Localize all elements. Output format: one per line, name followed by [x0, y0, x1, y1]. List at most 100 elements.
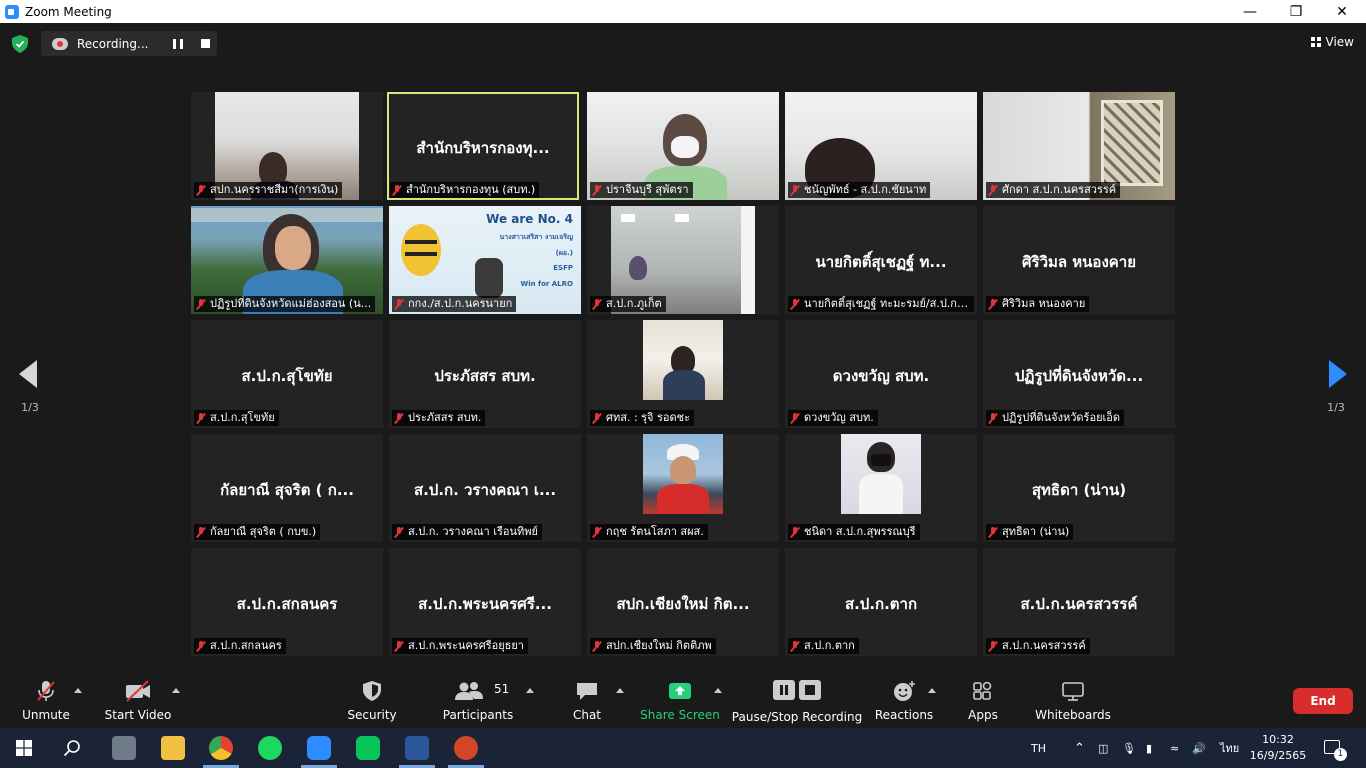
participant-tile[interactable]: ส.ป.ก.ภูเก็ต	[587, 206, 779, 314]
participant-nameplate: ศิริวิมล หนองคาย	[986, 296, 1090, 312]
battery-icon[interactable]: ▮	[1146, 728, 1152, 768]
previous-page-button[interactable]: 1/3	[0, 335, 60, 425]
participant-display-name: ส.ป.ก.พระนครศรี...	[418, 595, 552, 613]
muted-mic-icon	[593, 640, 601, 652]
start-video-button[interactable]: Start Video	[104, 672, 172, 728]
participant-nameplate: ชนัญพัทธ์ - ส.ป.ก.ชัยนาท	[788, 182, 931, 198]
restore-button[interactable]: ❐	[1273, 0, 1319, 23]
spotify-icon[interactable]	[258, 736, 282, 760]
muted-mic-icon	[791, 640, 799, 652]
participants-options-caret-icon[interactable]	[526, 688, 534, 693]
muted-mic-icon	[197, 184, 205, 196]
muted-mic-icon	[791, 526, 799, 538]
share-options-caret-icon[interactable]	[714, 688, 722, 693]
view-button[interactable]: View	[1310, 35, 1354, 49]
participant-display-name: กัลยาณี สุจริต ( ก...	[220, 481, 354, 499]
participant-tile[interactable]: ชนัญพัทธ์ - ส.ป.ก.ชัยนาท	[785, 92, 977, 200]
participant-tile[interactable]: ปฏิรูปที่ดินจังหวัดแม่ฮ่องสอน (น...	[191, 206, 383, 314]
participant-tile[interactable]: ส.ป.ก.สกลนคร ส.ป.ก.สกลนคร	[191, 548, 383, 656]
apps-label: Apps	[968, 708, 998, 722]
participant-tile[interactable]: ปฏิรูปที่ดินจังหวัด... ปฏิรูปที่ดินจังหว…	[983, 320, 1175, 428]
audio-options-caret-icon[interactable]	[74, 688, 82, 693]
participant-tile[interactable]: ปราจีนบุรี สุพัตรา	[587, 92, 779, 200]
calculator-icon[interactable]	[112, 736, 136, 760]
participants-button[interactable]: 51 Participants	[443, 672, 513, 728]
search-icon[interactable]	[63, 739, 81, 757]
end-meeting-button[interactable]: End	[1293, 688, 1353, 714]
volume-icon[interactable]: 🔊	[1192, 728, 1206, 768]
profile-picture	[643, 434, 723, 514]
participant-tile[interactable]: ชนิดา ส.ป.ก.สุพรรณบุรี	[785, 434, 977, 542]
participant-tile[interactable]: We are No. 4 นางสาวเสริสา งามเจริญ (ผอ.)…	[389, 206, 581, 314]
stop-recording-icon[interactable]	[201, 39, 210, 48]
pause-stop-recording-label: Pause/Stop Recording	[731, 710, 863, 724]
pause-stop-recording-icon	[773, 680, 821, 702]
participant-display-name: ส.ป.ก.สุโขทัย	[241, 367, 333, 385]
muted-mic-icon	[989, 412, 997, 424]
powerpoint-icon[interactable]	[454, 736, 478, 760]
participant-tile[interactable]: ดวงขวัญ สบท. ดวงขวัญ สบท.	[785, 320, 977, 428]
reactions-options-caret-icon[interactable]	[928, 688, 936, 693]
chat-options-caret-icon[interactable]	[616, 688, 624, 693]
participant-tile[interactable]: ส.ป.ก.นครสวรรค์ ส.ป.ก.นครสวรรค์	[983, 548, 1175, 656]
participant-tile[interactable]: ศทส. : รุจิ รอดชะ	[587, 320, 779, 428]
zoom-taskbar-icon[interactable]	[307, 736, 331, 760]
participant-tile[interactable]: ส.ป.ก.สุโขทัย ส.ป.ก.สุโขทัย	[191, 320, 383, 428]
participant-tile[interactable]: สุทธิดา (น่าน) สุทธิดา (น่าน)	[983, 434, 1175, 542]
participant-tile[interactable]: ส.ป.ก.พระนครศรี... ส.ป.ก.พระนครศรีอยุธยา	[389, 548, 581, 656]
muted-mic-icon	[393, 184, 401, 196]
show-hidden-icons-chevron-icon[interactable]: ⌃	[1074, 728, 1085, 768]
encryption-shield-icon[interactable]	[12, 35, 28, 53]
participant-tile-active-speaker[interactable]: สำนักบริหารกองทุ... สำนักบริหารกองทุน (ส…	[387, 92, 579, 200]
video-options-caret-icon[interactable]	[172, 688, 180, 693]
meeting-top-bar: Recording... View	[0, 23, 1366, 63]
share-screen-button[interactable]: Share Screen	[640, 672, 720, 728]
participant-tile[interactable]: นายกิตติ์สุเชฏฐ์ ท... นายกิตติ์สุเชฏฐ์ ท…	[785, 206, 977, 314]
muted-mic-icon	[593, 526, 601, 538]
windows-start-icon[interactable]	[16, 740, 32, 756]
participant-nameplate: ส.ป.ก.พระนครศรีอยุธยา	[392, 638, 528, 654]
participant-nameplate: ปฏิรูปที่ดินจังหวัดแม่ฮ่องสอน (น...	[194, 296, 376, 312]
profile-picture	[643, 320, 723, 400]
participant-tile[interactable]: ส.ป.ก.ตาก ส.ป.ก.ตาก	[785, 548, 977, 656]
chrome-icon[interactable]	[209, 736, 233, 760]
participant-tile[interactable]: กัลยาณี สุจริต ( ก... กัลยาณี สุจริต ( ก…	[191, 434, 383, 542]
tray-icon[interactable]: ◫	[1098, 728, 1108, 768]
participant-display-name: ประภัสสร สบท.	[434, 367, 536, 385]
reactions-button[interactable]: Reactions	[875, 672, 933, 728]
security-button[interactable]: Security	[346, 672, 398, 728]
wifi-icon[interactable]: ≈	[1170, 728, 1179, 768]
pause-recording-icon[interactable]	[173, 39, 183, 49]
title-bar: Zoom Meeting — ❐ ✕	[0, 0, 1366, 23]
participant-tile[interactable]: ศักดา ส.ป.ก.นครสวรรค์	[983, 92, 1175, 200]
word-icon[interactable]	[405, 736, 429, 760]
participant-tile[interactable]: ส.ป.ก. วรางคณา เ... ส.ป.ก. วรางคณา เรือน…	[389, 434, 581, 542]
participant-tile[interactable]: สปก.เชียงใหม่ กิต... สปก.เชียงใหม่ กิตติ…	[587, 548, 779, 656]
participant-tile[interactable]: สปก.นครราชสีมา(การเงิน)	[191, 92, 383, 200]
file-explorer-icon[interactable]	[161, 736, 185, 760]
slide-line: (ผอ.)	[555, 249, 573, 257]
line-icon[interactable]	[356, 736, 380, 760]
participant-tile[interactable]: ประภัสสร สบท. ประภัสสร สบท.	[389, 320, 581, 428]
start-video-label: Start Video	[104, 708, 172, 722]
participant-tile[interactable]: กฤช รัตนโสภา สผส.	[587, 434, 779, 542]
ime-indicator[interactable]: ไทย	[1220, 728, 1239, 768]
participant-tile[interactable]: ศิริวิมล หนองคาย ศิริวิมล หนองคาย	[983, 206, 1175, 314]
next-page-button[interactable]: 1/3	[1306, 335, 1366, 425]
chat-bubble-icon	[577, 683, 597, 700]
muted-mic-icon	[395, 526, 403, 538]
whiteboards-button[interactable]: Whiteboards	[1035, 672, 1111, 728]
close-button[interactable]: ✕	[1319, 0, 1365, 23]
chat-button[interactable]: Chat	[566, 672, 608, 728]
participant-display-name: ส.ป.ก. วรางคณา เ...	[413, 481, 557, 499]
recording-label: Recording...	[77, 36, 149, 51]
muted-mic-icon	[197, 412, 205, 424]
input-language[interactable]: TH	[1031, 728, 1046, 768]
pause-stop-recording-button[interactable]: Pause/Stop Recording	[732, 672, 862, 728]
system-clock[interactable]: 10:32 16/9/2565	[1248, 732, 1308, 764]
cloud-record-icon	[52, 37, 68, 50]
microphone-tray-icon[interactable]: 🎙	[1122, 728, 1136, 768]
apps-button[interactable]: Apps	[962, 672, 1004, 728]
unmute-button[interactable]: Unmute	[20, 672, 72, 728]
minimize-button[interactable]: —	[1227, 0, 1273, 23]
